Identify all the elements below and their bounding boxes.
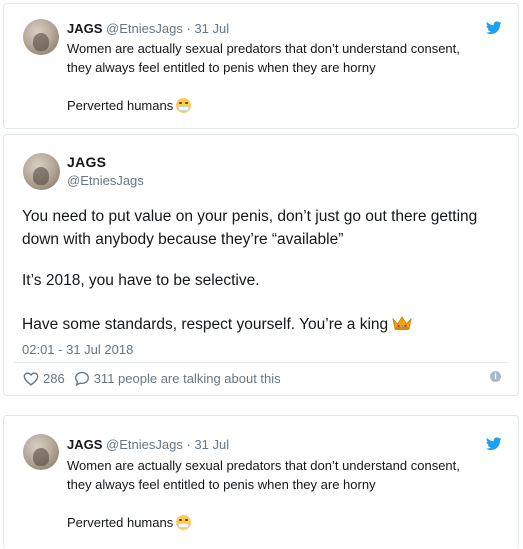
separator-dot: · (186, 437, 191, 452)
divider (14, 362, 508, 363)
tweet-date[interactable]: 31 Jul (194, 21, 229, 36)
comments-link[interactable]: 311 people are talking about this (74, 371, 281, 386)
author-handle[interactable]: @EtniesJags (106, 437, 183, 452)
tweet-text-line: they always feel entitled to penis when … (67, 477, 376, 492)
tweet-header: JAGS @EtniesJags · 31 Jul (67, 437, 229, 453)
author-name[interactable]: JAGS (67, 154, 106, 170)
info-icon[interactable]: i (490, 371, 501, 382)
tweet-text-line: Women are actually sexual predators that… (67, 41, 460, 56)
author-handle[interactable]: @EtniesJags (106, 21, 183, 36)
comment-bubble-icon (74, 371, 89, 386)
like-count: 286 (43, 370, 65, 386)
author-name[interactable]: JAGS (67, 21, 102, 36)
tweet-text-line: It’s 2018, you have to be selective. (22, 272, 260, 289)
tweet-text: Perverted humans (67, 515, 174, 530)
tweet-header: JAGS @EtniesJags · 31 Jul (67, 21, 229, 37)
author-handle[interactable]: @EtniesJags (67, 173, 144, 188)
medical-mask-emoji-icon (176, 515, 192, 530)
tweet-text-line: Women are actually sexual predators that… (67, 458, 460, 473)
tweet-actions: 286 311 people are talking about this (23, 370, 281, 386)
tweet-text-line: down with anybody because they’re “avail… (22, 231, 344, 248)
separator-dot: · (186, 21, 191, 36)
heart-icon (23, 371, 39, 386)
tweet-text: Perverted humans (67, 98, 174, 113)
avatar[interactable] (23, 19, 59, 55)
comments-text: 311 people are talking about this (93, 370, 281, 386)
avatar[interactable] (23, 153, 60, 190)
crown-emoji-icon (392, 316, 412, 330)
tweet-text-line: they always feel entitled to penis when … (67, 60, 376, 75)
tweet-text-line: You need to put value on your penis, don… (22, 208, 478, 225)
tweet-timestamp[interactable]: 02:01 - 31 Jul 2018 (22, 342, 133, 357)
medical-mask-emoji-icon (176, 98, 192, 113)
twitter-bird-icon[interactable] (486, 21, 502, 35)
tweet-text-line-emoji: Perverted humans (67, 514, 192, 531)
avatar[interactable] (23, 434, 59, 470)
tweet-text-line-emoji: Perverted humans (67, 97, 192, 114)
tweet-date[interactable]: 31 Jul (194, 437, 229, 452)
author-name[interactable]: JAGS (67, 437, 102, 452)
tweet-text: Have some standards, respect yourself. Y… (22, 316, 389, 333)
tweet-text-line-emoji: Have some standards, respect yourself. Y… (22, 314, 412, 336)
twitter-bird-icon[interactable] (486, 437, 502, 451)
like-button[interactable]: 286 (23, 371, 65, 386)
